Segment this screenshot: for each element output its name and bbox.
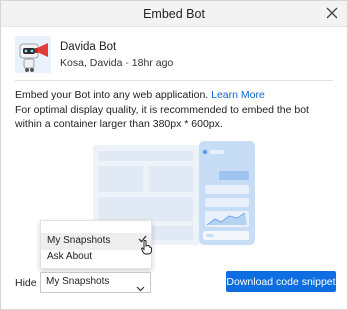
meta-separator: - [125, 57, 129, 69]
size-recommendation: For optimal display quality, it is recom… [15, 104, 309, 130]
menu-option-my-snapshots[interactable]: My Snapshots [41, 233, 151, 250]
learn-more-link[interactable]: Learn More [211, 89, 265, 101]
hide-label: Hide [15, 277, 37, 289]
menu-option-label: My Snapshots [47, 235, 111, 246]
hide-select-value: My Snapshots [46, 276, 110, 287]
bot-thumbnail [15, 36, 51, 73]
bot-age: 18hr ago [131, 57, 174, 69]
menu-option-ask-about[interactable]: Ask About [41, 249, 151, 266]
bot-meta: Kosa, Davida - 18hr ago [60, 57, 173, 69]
bot-owner: Kosa, Davida [60, 57, 123, 69]
embed-intro: Embed your Bot into any web application.… [15, 89, 265, 101]
dialog-title: Embed Bot [143, 7, 205, 21]
hide-dropdown-menu: My Snapshots Ask About [40, 220, 152, 269]
bot-name: Davida Bot [60, 41, 117, 53]
close-icon[interactable] [323, 4, 341, 22]
download-code-snippet-button[interactable]: Download code snippet [226, 271, 336, 292]
dialog-titlebar: Embed Bot [1, 1, 347, 27]
divider [15, 80, 333, 81]
embed-bot-dialog: Embed Bot Davida Bot Kosa, Davida - 18hr… [0, 0, 348, 310]
embed-intro-text: Embed your Bot into any web application. [15, 89, 209, 101]
menu-option-label: Ask About [47, 251, 93, 262]
hand-cursor-icon [141, 240, 152, 260]
chevron-down-icon [136, 279, 145, 297]
hide-select[interactable]: My Snapshots [40, 272, 151, 293]
